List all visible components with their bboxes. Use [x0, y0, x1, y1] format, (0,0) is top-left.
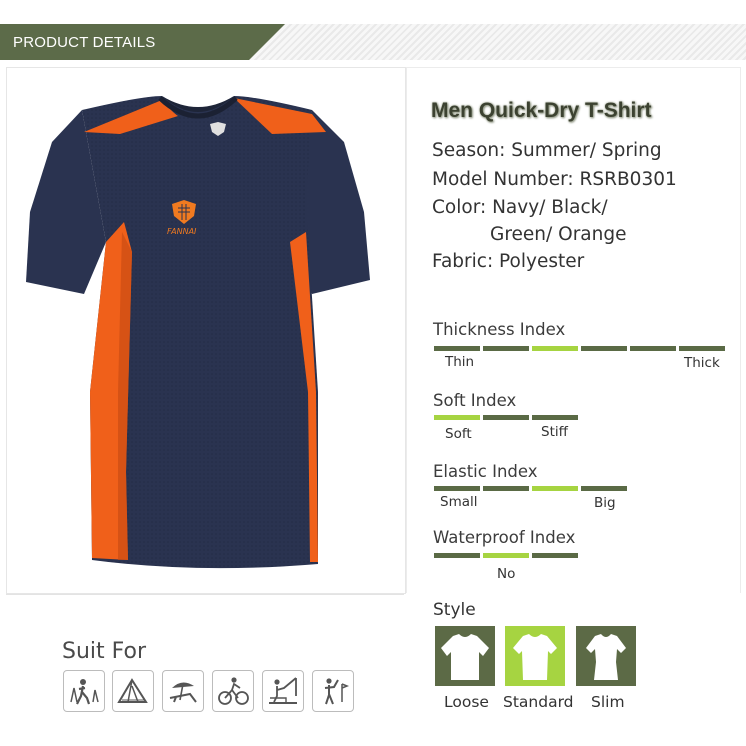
thickness-index-title: Thickness Index	[433, 320, 566, 339]
elastic-bar-3-selected	[532, 486, 578, 491]
style-title: Style	[433, 600, 476, 620]
elastic-bar-1	[434, 486, 480, 491]
activity-beach	[162, 670, 204, 712]
style-slim-label: Slim	[591, 693, 625, 711]
fishing-icon	[269, 677, 297, 704]
activity-fishing	[262, 670, 304, 712]
thickness-bar-4	[581, 346, 627, 351]
loose-shirt-icon	[441, 634, 489, 680]
soft-high-label: Stiff	[541, 424, 568, 440]
fannai-logo: FANNAI	[167, 227, 197, 236]
suit-for-title: Suit For	[62, 639, 147, 664]
cycling-icon	[218, 677, 249, 705]
style-loose-option[interactable]	[435, 626, 495, 686]
golf-icon	[324, 678, 350, 705]
thickness-bar-2	[483, 346, 529, 351]
thickness-high-label: Thick	[684, 355, 720, 371]
thickness-bar-5	[630, 346, 676, 351]
soft-bar-2	[483, 415, 529, 420]
style-slim-option[interactable]	[576, 626, 636, 686]
activity-camping	[112, 670, 154, 712]
slim-shirt-icon	[586, 634, 626, 680]
activity-cycling	[212, 670, 254, 712]
model-spec: Model Number: RSRB0301	[432, 169, 677, 190]
standard-shirt-icon	[513, 634, 557, 680]
thickness-low-label: Thin	[445, 354, 475, 370]
panel-divider	[6, 594, 404, 595]
hiking-icon	[70, 679, 99, 705]
activity-hiking	[63, 670, 105, 712]
soft-low-label: Soft	[445, 426, 472, 442]
elastic-low-label: Small	[440, 494, 478, 510]
thickness-bar-3-selected	[532, 346, 578, 351]
header-label: PRODUCT DETAILS	[13, 34, 156, 51]
elastic-bar-2	[483, 486, 529, 491]
elastic-bar-4	[581, 486, 627, 491]
style-standard-label: Standard	[503, 693, 574, 711]
tshirt-image: FANNAI	[26, 96, 370, 569]
beach-lounge-icon	[169, 682, 197, 703]
waterproof-bar-1	[434, 553, 480, 558]
style-standard-option[interactable]	[505, 626, 565, 686]
activity-golf	[312, 670, 354, 712]
elastic-high-label: Big	[594, 495, 616, 511]
color-spec: Color: Navy/ Black/	[432, 197, 608, 218]
soft-index-title: Soft Index	[433, 391, 517, 410]
style-loose-label: Loose	[444, 693, 489, 711]
thickness-bar-6	[679, 346, 725, 351]
waterproof-index-title: Waterproof Index	[433, 528, 576, 547]
product-title: Men Quick-Dry T-Shirt	[431, 99, 652, 122]
camping-tent-icon	[117, 678, 148, 703]
waterproof-bar-3	[532, 553, 578, 558]
elastic-index-title: Elastic Index	[433, 462, 538, 481]
soft-bar-1-selected	[434, 415, 480, 420]
fabric-spec: Fabric: Polyester	[432, 251, 585, 272]
product-details-header: PRODUCT DETAILS	[0, 24, 285, 60]
soft-bar-3	[532, 415, 578, 420]
waterproof-value-label: No	[497, 566, 516, 582]
thickness-bar-1	[434, 346, 480, 351]
waterproof-bar-2-selected	[483, 553, 529, 558]
color-spec-continued: Green/ Orange	[490, 224, 627, 245]
season-spec: Season: Summer/ Spring	[432, 140, 662, 161]
